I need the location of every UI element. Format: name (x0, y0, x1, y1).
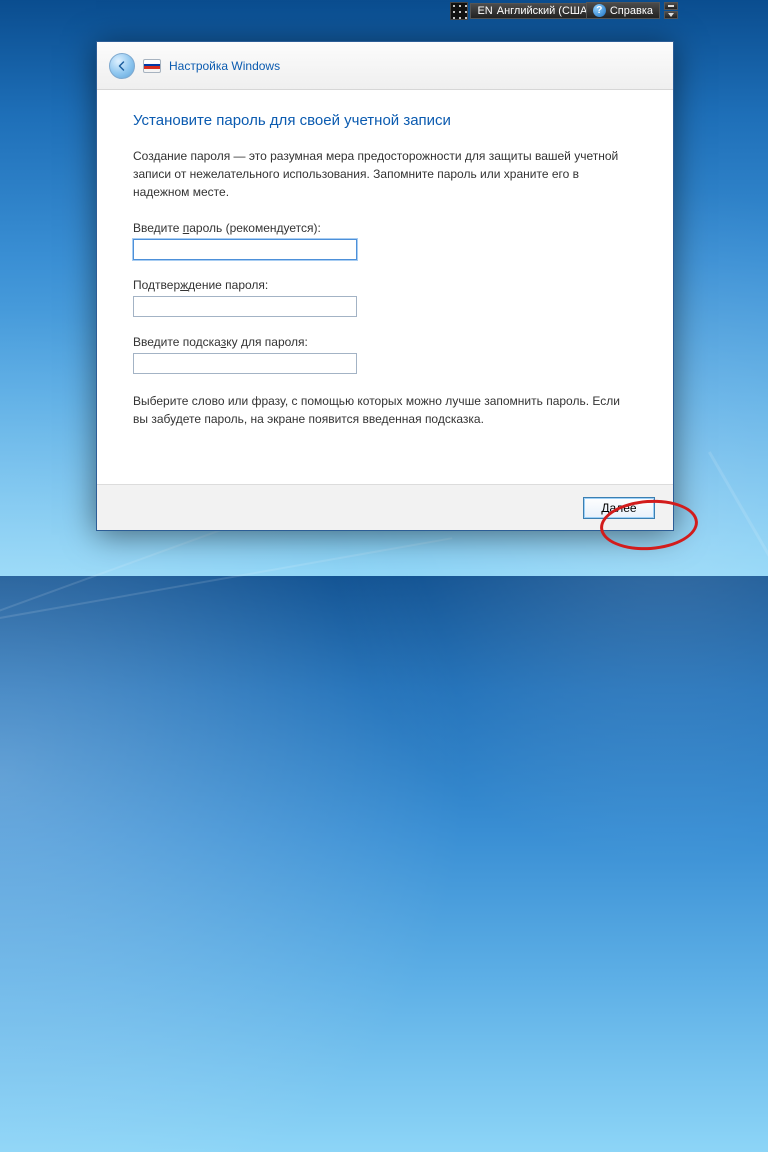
hint-field-block: Введите подсказку для пароля: (133, 335, 637, 374)
langbar-options (664, 2, 678, 19)
help-icon: ? (593, 4, 606, 17)
password-input[interactable] (133, 239, 357, 260)
language-code: EN (477, 5, 492, 17)
next-button-label: Далее (601, 501, 636, 515)
hint-label: Введите подсказку для пароля: (133, 335, 637, 349)
confirm-label: Подтверждение пароля: (133, 278, 637, 292)
arrow-left-icon (116, 60, 128, 72)
wizard-title: Настройка Windows (169, 59, 280, 73)
langbar-options-button[interactable] (664, 11, 678, 19)
help-label: Справка (610, 5, 653, 17)
confirm-password-input[interactable] (133, 296, 357, 317)
setup-wizard-window: Настройка Windows Установите пароль для … (96, 41, 674, 531)
page-description: Создание пароля — это разумная мера пред… (133, 147, 637, 201)
language-bar[interactable]: EN Английский (США) (450, 2, 598, 20)
wizard-header: Настройка Windows (97, 42, 673, 90)
flag-icon (143, 59, 161, 73)
hint-description: Выберите слово или фразу, с помощью кото… (133, 392, 637, 428)
wizard-footer: Далее (97, 484, 673, 530)
hint-input[interactable] (133, 353, 357, 374)
wizard-body: Установите пароль для своей учетной запи… (97, 90, 673, 444)
confirm-field-block: Подтверждение пароля: (133, 278, 637, 317)
langbar-minimize-button[interactable] (664, 2, 678, 10)
back-button[interactable] (109, 53, 135, 79)
language-name: Английский (США) (497, 5, 591, 17)
language-grip-icon[interactable] (450, 2, 468, 20)
next-button[interactable]: Далее (583, 497, 655, 519)
password-field-block: Введите пароль (рекомендуется): (133, 221, 637, 260)
help-button[interactable]: ? Справка (586, 2, 660, 19)
language-indicator[interactable]: EN Английский (США) (470, 3, 598, 19)
password-label: Введите пароль (рекомендуется): (133, 221, 637, 235)
page-heading: Установите пароль для своей учетной запи… (133, 112, 637, 129)
